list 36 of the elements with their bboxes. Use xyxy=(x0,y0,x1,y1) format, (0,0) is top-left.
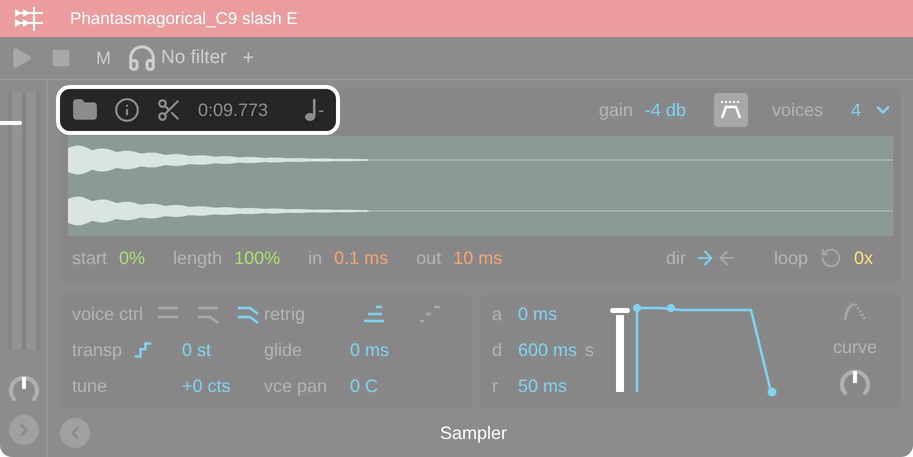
voices-value[interactable]: 4 xyxy=(850,96,861,124)
window-title: Phantasmagorical_C9 slash E xyxy=(70,8,298,30)
note-icon xyxy=(304,98,318,122)
folder-icon[interactable] xyxy=(72,97,98,123)
envelope-value[interactable]: 50 ms xyxy=(518,373,578,400)
envelope-value[interactable]: 0 ms xyxy=(518,300,578,328)
param-value[interactable]: +0 cts xyxy=(152,373,264,400)
add-button[interactable]: + xyxy=(242,43,254,73)
loop-icon[interactable] xyxy=(820,247,842,269)
retrig-mode-icon xyxy=(362,304,386,324)
sustain-slider[interactable] xyxy=(610,308,630,392)
param-value[interactable]: 10 ms xyxy=(453,244,502,272)
param-value[interactable]: 0% xyxy=(119,244,146,272)
retrig-mode-icon xyxy=(418,304,442,324)
stepped-icon[interactable] xyxy=(134,340,152,360)
scissors-icon[interactable] xyxy=(156,97,182,123)
filter-label: No filter xyxy=(161,46,226,70)
headphones-icon xyxy=(127,43,157,73)
info-icon[interactable] xyxy=(114,97,140,123)
mute-button[interactable]: M xyxy=(96,44,111,72)
envelope-toggle[interactable] xyxy=(714,93,748,127)
loop-count[interactable]: 0x xyxy=(854,244,873,272)
device-name: Sampler xyxy=(440,422,508,445)
logo-icon xyxy=(12,4,46,32)
sustain-handle[interactable] xyxy=(610,308,630,313)
gain-value[interactable]: -4 db xyxy=(644,96,686,124)
sample-duration: 0:09.773 xyxy=(198,98,268,122)
stop-button[interactable] xyxy=(50,47,72,69)
param-value[interactable]: 0 st xyxy=(152,336,264,364)
note-value: - xyxy=(318,98,324,122)
envelope-value[interactable]: 600 ms xyxy=(518,336,578,364)
param-value[interactable]: 0 C xyxy=(350,373,460,400)
param-value[interactable]: 0.1 ms xyxy=(334,244,388,272)
curve-shape-icon xyxy=(842,300,868,322)
param-value[interactable]: 0 ms xyxy=(350,336,460,364)
param-value[interactable]: 100% xyxy=(234,244,280,272)
